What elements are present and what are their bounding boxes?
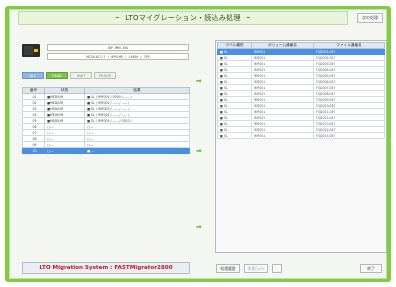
retry-button[interactable]: 再実行(R) — [244, 264, 268, 273]
slot-cell-result: ■ --- — [84, 147, 190, 154]
arrow-right-icon: ➡ — [196, 147, 202, 155]
filter-tab-wait[interactable]: WAIT — [70, 72, 92, 79]
next-process-button[interactable]: 次の処理 — [357, 13, 383, 23]
slot-cell-status: □--- — [44, 147, 85, 154]
filter-tab-read[interactable]: READ — [46, 72, 68, 79]
title-decoration-right: ━ — [246, 15, 251, 21]
arrow-right-icon: ➡ — [196, 223, 202, 231]
slot-row[interactable]: 10 □--- ■ --- — [22, 147, 190, 154]
tape-drive-icon — [22, 44, 40, 57]
device-id-field: INF-MMX-001 — [47, 44, 189, 51]
window-title-bar: ━ LTOマイグレーション・読込み処理 ━ — [18, 11, 348, 25]
filter-tab-error[interactable]: ERROR — [94, 72, 116, 79]
end-button[interactable]: 終了 — [360, 264, 382, 273]
device-model-field: HE35L017/1 / HPULMO / LA960 / 2PG — [47, 53, 189, 60]
file-table: ラベル種別 ボリューム通番名 ファイル通番名 ■ SL IMF001 F3J2001… — [217, 42, 385, 139]
file-row[interactable]: ■ SL IMF001 F3J2015.047 — [217, 132, 385, 139]
file-cell-volume: IMF001 — [251, 132, 314, 139]
history-button[interactable]: 処理履歴 — [216, 264, 240, 273]
drive-led-icon — [34, 49, 38, 52]
system-brand-label: LTO Migration System : FASTMigrator2800 — [22, 262, 190, 274]
filter-tab-all[interactable]: ALL — [22, 72, 44, 79]
arrow-right-icon: ➡ — [196, 77, 202, 85]
blank-button[interactable] — [272, 264, 282, 273]
title-decoration-left: ━ — [115, 15, 120, 21]
file-cell-label: ■ SL — [217, 132, 252, 139]
slot-cell-no: 10 — [22, 147, 45, 154]
filter-tabs: ALL READ WAIT ERROR — [22, 72, 116, 79]
file-cell-file: F3J2015.047 — [313, 132, 385, 139]
slot-table: 番号 状態 結果 01 ■MEDIUM ■ SL / IMF001 / 0000 /… — [22, 87, 190, 154]
window-title: LTOマイグレーション・読込み処理 — [125, 14, 241, 22]
